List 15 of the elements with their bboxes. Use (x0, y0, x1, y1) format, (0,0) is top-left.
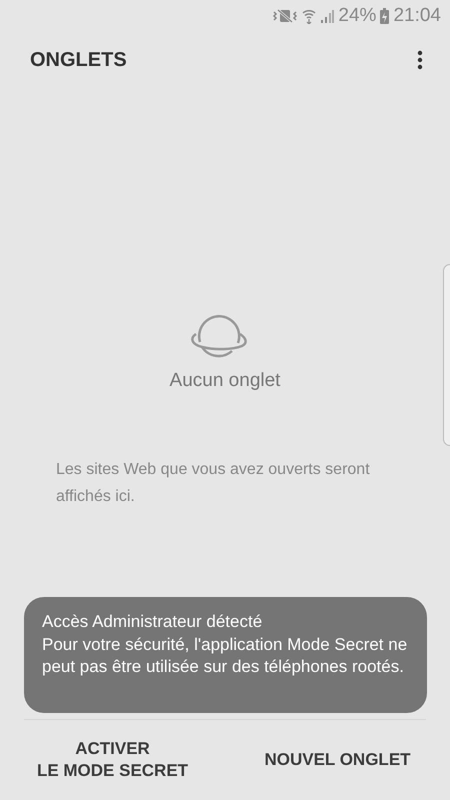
signal-icon (320, 9, 334, 23)
edge-panel-handle[interactable] (443, 264, 450, 446)
battery-icon (380, 8, 390, 24)
empty-state-message: Les sites Web que vous avez ouverts seront affichés ici. (56, 460, 371, 507)
clock: 21:04 (393, 5, 441, 27)
more-options-icon[interactable] (417, 50, 423, 70)
action-button[interactable]: NOUVEL ONGLET (225, 720, 450, 800)
vibrate-icon (272, 8, 298, 24)
toast-message: Pour votre sécurité, l'application Mode Secret ne peut pas être utilisée sur des téléphones rootés. (42, 634, 408, 678)
wifi-icon (302, 8, 316, 24)
action-button[interactable]: ACTIVER LE MODE SECRET (0, 720, 225, 800)
page-title: ONGLETS (30, 48, 127, 72)
toast-title: Accès Administrateur détecté (42, 611, 264, 633)
empty-state-title: Aucun onglet (170, 370, 280, 392)
battery-percent: 24% (338, 5, 376, 27)
